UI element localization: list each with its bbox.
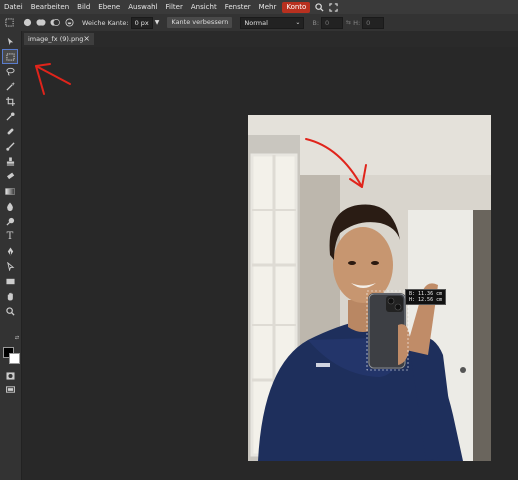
- height-input[interactable]: 0: [362, 16, 385, 29]
- document-tab-bar: image_fx (9).png ×: [22, 31, 518, 47]
- new-selection-icon[interactable]: [22, 18, 32, 28]
- shape-icon[interactable]: [3, 275, 17, 288]
- selection-size-readout: B: 11.36 cm H: 12.56 cm: [405, 289, 447, 305]
- width-input[interactable]: 0: [321, 16, 344, 29]
- menu-bar: Datei Bearbeiten Bild Ebene Auswahl Filt…: [0, 0, 518, 14]
- feather-label: Weiche Kante:: [82, 18, 129, 27]
- document-tab[interactable]: image_fx (9).png ×: [24, 33, 94, 45]
- clone-stamp-icon[interactable]: [3, 155, 17, 168]
- tool-panel: T ⇄: [0, 31, 22, 480]
- mode-select-value: Normal: [244, 18, 268, 27]
- swap-colors-icon[interactable]: ⇄: [14, 335, 20, 341]
- menu-auswahl[interactable]: Auswahl: [124, 0, 161, 14]
- lasso-icon[interactable]: [3, 65, 17, 78]
- magic-wand-icon[interactable]: [3, 80, 17, 93]
- photo-image: [248, 115, 491, 461]
- menu-ansicht[interactable]: Ansicht: [187, 0, 221, 14]
- width-label: B:: [312, 18, 320, 27]
- subtract-selection-icon[interactable]: [50, 18, 60, 28]
- brush-icon[interactable]: [3, 140, 17, 153]
- menu-mehr[interactable]: Mehr: [255, 0, 281, 14]
- fullscreen-icon[interactable]: [326, 0, 340, 14]
- close-icon[interactable]: ×: [83, 33, 90, 45]
- search-icon[interactable]: [312, 0, 326, 14]
- hand-icon[interactable]: [3, 290, 17, 303]
- eraser-icon[interactable]: [3, 170, 17, 183]
- link-icon[interactable]: ⇆: [346, 19, 351, 26]
- add-selection-icon[interactable]: [36, 18, 46, 28]
- intersect-selection-icon[interactable]: [64, 18, 74, 28]
- menu-konto[interactable]: Konto: [282, 1, 311, 13]
- zoom-icon[interactable]: [3, 305, 17, 318]
- path-select-icon[interactable]: [3, 260, 17, 273]
- refine-edge-button[interactable]: Kante verbessern: [167, 17, 233, 28]
- crop-icon[interactable]: [3, 95, 17, 108]
- menu-ebene[interactable]: Ebene: [94, 0, 124, 14]
- selection-height-text: H: 12.56 cm: [409, 297, 443, 303]
- blur-icon[interactable]: [3, 200, 17, 213]
- eyedropper-icon[interactable]: [3, 110, 17, 123]
- mode-select[interactable]: Normal ⌄: [240, 16, 305, 29]
- screen-mode-icon[interactable]: [3, 383, 17, 396]
- annotation-arrow-tool: [35, 63, 71, 95]
- feather-dropdown-icon[interactable]: ▼: [155, 19, 160, 26]
- menu-fenster[interactable]: Fenster: [221, 0, 255, 14]
- document-tab-title: image_fx (9).png: [28, 35, 84, 43]
- feather-input[interactable]: 0 px: [130, 16, 153, 29]
- options-bar: Weiche Kante: 0 px ▼ Kante verbessern No…: [0, 14, 518, 32]
- background-color-swatch[interactable]: [9, 353, 20, 364]
- menu-filter[interactable]: Filter: [162, 0, 187, 14]
- chevron-down-icon: ⌄: [295, 18, 301, 26]
- dodge-icon[interactable]: [3, 215, 17, 228]
- document-canvas[interactable]: [248, 115, 491, 461]
- spot-heal-icon[interactable]: [3, 125, 17, 138]
- pen-icon[interactable]: [3, 245, 17, 258]
- gradient-icon[interactable]: [3, 185, 17, 198]
- rectangle-select-icon[interactable]: [2, 49, 18, 64]
- menu-bild[interactable]: Bild: [73, 0, 94, 14]
- height-label: H:: [353, 18, 361, 27]
- quick-mask-icon[interactable]: [3, 369, 17, 382]
- text-icon[interactable]: T: [3, 230, 17, 243]
- move-icon[interactable]: [3, 35, 17, 48]
- menu-bearbeiten[interactable]: Bearbeiten: [27, 0, 73, 14]
- menu-datei[interactable]: Datei: [0, 0, 27, 14]
- selection-mode-icon[interactable]: [4, 18, 14, 28]
